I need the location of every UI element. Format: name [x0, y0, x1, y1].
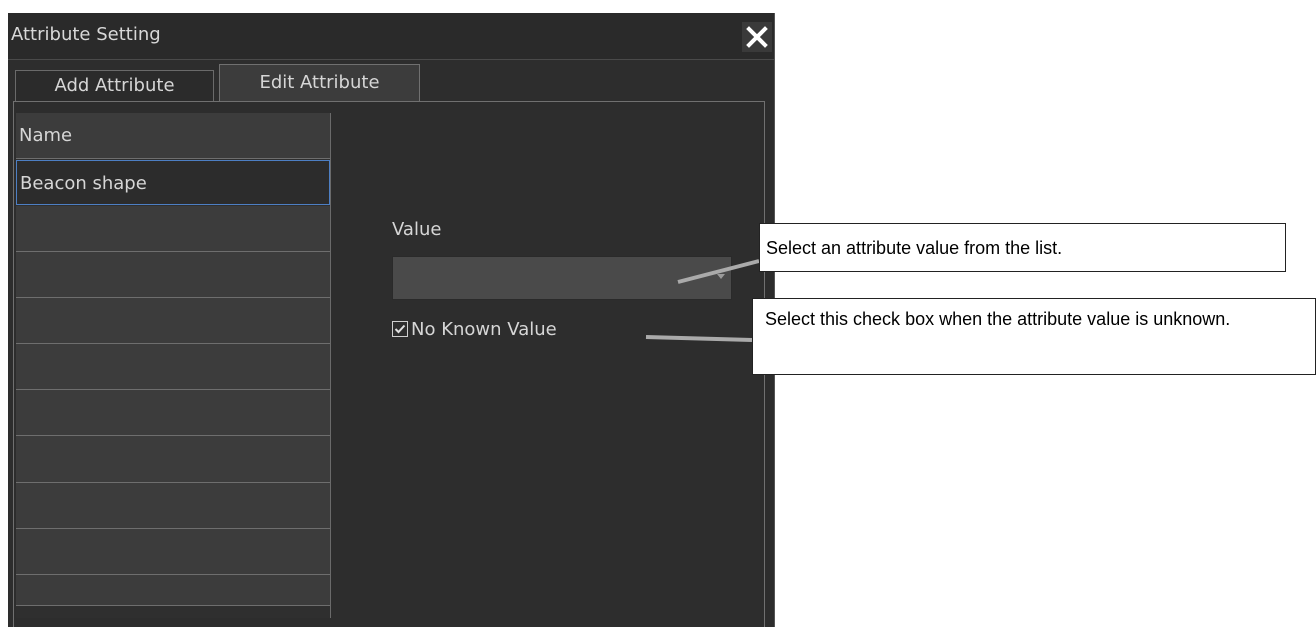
leader-line-value	[677, 259, 760, 284]
callout-checkbox-hint: Select this check box when the attribute…	[752, 298, 1316, 375]
leader-line-checkbox	[645, 335, 753, 342]
callout-value-hint: Select an attribute value from the list.	[759, 223, 1286, 272]
